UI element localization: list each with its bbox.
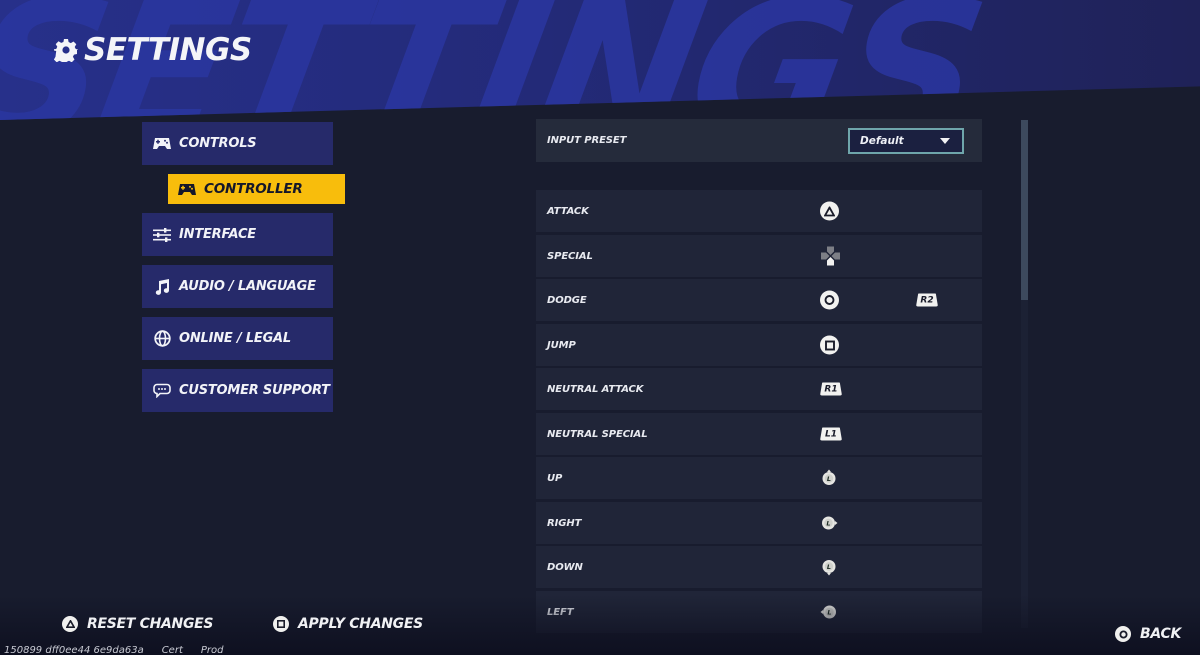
binding-action-label: JUMP — [547, 339, 576, 351]
sidebar-item-label: ONLINE / LEGAL — [179, 331, 291, 346]
sidebar-item-label: AUDIO / LANGUAGE — [179, 279, 316, 294]
left-stick-up-icon: L — [822, 469, 836, 485]
svg-text:L: L — [826, 520, 830, 528]
gamepad-icon — [153, 137, 171, 151]
svg-text:L: L — [827, 475, 831, 483]
input-preset-dropdown[interactable]: Default — [848, 128, 964, 154]
r1-button-icon: R1 — [820, 382, 842, 396]
binding-row-neutral-special[interactable]: NEUTRAL SPECIAL L1 — [536, 413, 982, 455]
gamepad-icon — [178, 182, 196, 196]
build-stage: Prod — [200, 645, 224, 655]
left-stick-right-icon: L — [822, 516, 838, 530]
bindings-scrollbar[interactable] — [1021, 120, 1028, 628]
binding-primary[interactable]: L1 — [820, 427, 842, 441]
binding-action-label: ATTACK — [547, 205, 589, 217]
binding-primary[interactable]: L — [820, 514, 838, 532]
svg-text:L: L — [827, 563, 831, 571]
square-button-icon — [820, 335, 839, 355]
binding-action-label: NEUTRAL ATTACK — [547, 383, 644, 395]
binding-primary[interactable] — [820, 335, 839, 355]
binding-primary[interactable]: R1 — [820, 382, 842, 396]
binding-action-label: UP — [547, 472, 563, 484]
sidebar-item-online-legal[interactable]: ONLINE / LEGAL — [142, 317, 333, 360]
sidebar-item-label: CONTROLS — [179, 136, 257, 151]
circle-button-icon — [1115, 626, 1131, 642]
binding-action-label: NEUTRAL SPECIAL — [547, 428, 648, 440]
binding-action-label: RIGHT — [547, 517, 582, 529]
sidebar-item-interface[interactable]: INTERFACE — [142, 213, 333, 256]
chat-bubble-icon — [153, 383, 171, 398]
left-stick-down-icon: L — [822, 560, 836, 576]
binding-row-down[interactable]: DOWN L — [536, 546, 982, 588]
dpad-down-icon — [821, 246, 840, 266]
binding-primary[interactable] — [820, 290, 839, 310]
binding-row-right[interactable]: RIGHT L — [536, 502, 982, 544]
binding-action-label: DOWN — [547, 561, 583, 573]
sidebar-item-customer-support[interactable]: CUSTOMER SUPPORT — [142, 369, 333, 412]
binding-primary[interactable]: L — [820, 558, 838, 576]
binding-primary[interactable]: L — [820, 469, 838, 487]
triangle-button-icon — [820, 201, 839, 221]
apply-changes-button[interactable]: APPLY CHANGES — [273, 616, 423, 632]
binding-secondary[interactable]: R2 — [916, 293, 938, 307]
reset-changes-button[interactable]: RESET CHANGES — [62, 616, 214, 632]
binding-action-label: DODGE — [547, 294, 587, 306]
gear-icon — [54, 39, 78, 62]
scrollbar-thumb[interactable] — [1021, 120, 1028, 300]
sidebar-item-controls[interactable]: CONTROLS — [142, 122, 333, 165]
l1-button-icon: L1 — [820, 427, 842, 441]
globe-icon — [153, 330, 171, 347]
binding-row-neutral-attack[interactable]: NEUTRAL ATTACK R1 — [536, 368, 982, 410]
square-button-icon — [273, 616, 289, 632]
page-title-text: SETTINGS — [84, 32, 252, 68]
sliders-icon — [153, 227, 171, 242]
binding-row-special[interactable]: SPECIAL — [536, 235, 982, 277]
back-button[interactable]: BACK — [1115, 626, 1181, 642]
r2-button-icon: R2 — [916, 293, 938, 307]
build-info: 150899 dff0ee44 6e9da63a Cert Prod — [4, 645, 223, 655]
binding-row-attack[interactable]: ATTACK — [536, 190, 982, 232]
caret-down-icon — [940, 138, 950, 144]
binding-primary[interactable] — [820, 246, 841, 267]
input-preset-label: INPUT PRESET — [547, 135, 627, 146]
apply-changes-label: APPLY CHANGES — [298, 616, 423, 632]
back-label: BACK — [1140, 626, 1181, 642]
binding-primary[interactable] — [820, 201, 839, 221]
circle-button-icon — [820, 290, 839, 310]
build-hash: 150899 dff0ee44 6e9da63a — [4, 645, 144, 655]
input-preset-value: Default — [860, 135, 904, 147]
sidebar-item-audio-language[interactable]: AUDIO / LANGUAGE — [142, 265, 333, 308]
binding-action-label: SPECIAL — [547, 250, 593, 262]
music-note-icon — [153, 278, 171, 295]
sidebar-item-controller[interactable]: CONTROLLER — [168, 174, 345, 204]
page-title: SETTINGS — [54, 32, 252, 68]
input-preset-row: INPUT PRESET Default — [536, 119, 982, 162]
binding-row-jump[interactable]: JUMP — [536, 324, 982, 366]
binding-row-up[interactable]: UP L — [536, 457, 982, 499]
sidebar-item-label: INTERFACE — [179, 227, 256, 242]
build-env: Cert — [161, 645, 183, 655]
sidebar-item-label: CUSTOMER SUPPORT — [179, 383, 330, 398]
reset-changes-label: RESET CHANGES — [87, 616, 214, 632]
triangle-button-icon — [62, 616, 78, 632]
binding-row-dodge[interactable]: DODGE R2 — [536, 279, 982, 321]
sidebar-item-label: CONTROLLER — [204, 181, 303, 197]
